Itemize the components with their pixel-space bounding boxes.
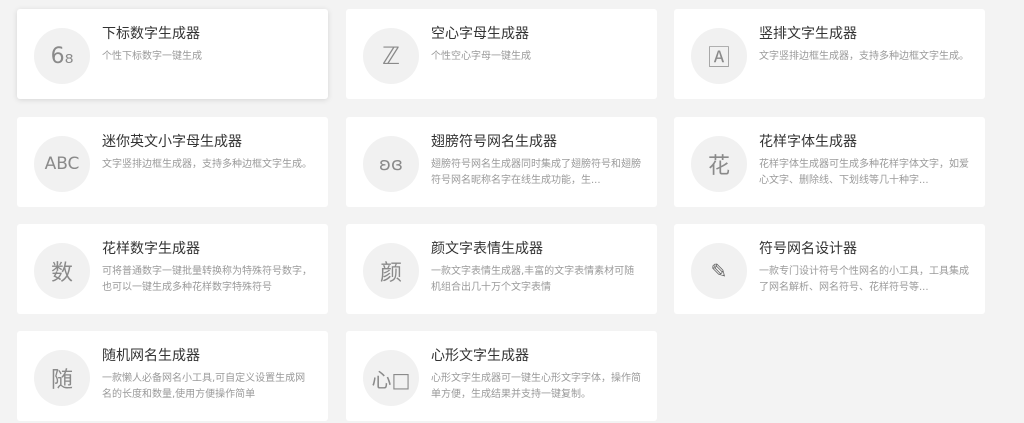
card-title: 竖排文字生成器 bbox=[759, 26, 857, 42]
boxed-letter-icon: 🄰 bbox=[691, 28, 747, 84]
card-title: 符号网名设计器 bbox=[759, 241, 857, 257]
tool-card-grid: 6₈ 下标数字生成器 个性下标数字一键生成 ℤ 空心字母生成器 个性空心字母一键… bbox=[0, 0, 1024, 423]
card-title: 下标数字生成器 bbox=[102, 26, 200, 42]
subscript-digit-icon: 6₈ bbox=[34, 28, 90, 84]
card-title: 空心字母生成器 bbox=[431, 26, 529, 42]
number-char-icon: 数 bbox=[34, 243, 90, 299]
card-title: 随机网名生成器 bbox=[102, 348, 200, 364]
card-title: 翅膀符号网名生成器 bbox=[431, 134, 557, 150]
tool-card-hollow-letters[interactable]: ℤ 空心字母生成器 个性空心字母一键生成 bbox=[346, 9, 657, 99]
flower-char-icon: 花 bbox=[691, 136, 747, 192]
card-title: 颜文字表情生成器 bbox=[431, 241, 543, 257]
hollow-letter-icon: ℤ bbox=[363, 28, 419, 84]
card-title: 花样字体生成器 bbox=[759, 134, 857, 150]
card-description: 文字竖排边框生成器，支持多种边框文字生成。 bbox=[102, 159, 312, 170]
card-description: 个性下标数字一键生成 bbox=[102, 51, 202, 62]
tool-card-fancy-digits[interactable]: 数 花样数字生成器 可将普通数字一键批量转换称为特殊符号数字，也可以一键生成多种… bbox=[17, 224, 328, 314]
card-description: 心形文字生成器可一键生心形文字字体，操作简单方便，生成结果并支持一键复制。 bbox=[431, 373, 641, 400]
face-char-icon: 颜 bbox=[363, 243, 419, 299]
random-char-icon: 随 bbox=[34, 350, 90, 406]
card-description: 一款文字表情生成器,丰富的文字表情素材可随机组合出几十万个文字表情 bbox=[431, 266, 635, 293]
tool-card-mini-letters[interactable]: ABC 迷你英文小字母生成器 文字竖排边框生成器，支持多种边框文字生成。 bbox=[17, 117, 328, 207]
tool-card-heart-text[interactable]: 心□ 心形文字生成器 心形文字生成器可一键生心形文字字体，操作简单方便，生成结果… bbox=[346, 331, 657, 421]
card-description: 个性空心字母一键生成 bbox=[431, 51, 531, 62]
wings-icon: ʚɞ bbox=[363, 136, 419, 192]
card-description: 一款懒人必备网名小工具,可自定义设置生成网名的长度和数量,使用方便操作简单 bbox=[102, 373, 306, 400]
card-title: 花样数字生成器 bbox=[102, 241, 200, 257]
card-description: 翅膀符号网名生成器同时集成了翅膀符号和翅膀符号网名昵称名字在线生成功能，生... bbox=[431, 159, 641, 186]
card-title: 心形文字生成器 bbox=[431, 348, 529, 364]
card-description: 一款专门设计符号个性网名的小工具，工具集成了网名解析、网名符号、花样符号等... bbox=[759, 266, 969, 293]
card-description: 可将普通数字一键批量转换称为特殊符号数字，也可以一键生成多种花样数字特殊符号 bbox=[102, 266, 312, 293]
tool-card-kaomoji[interactable]: 颜 颜文字表情生成器 一款文字表情生成器,丰富的文字表情素材可随机组合出几十万个… bbox=[346, 224, 657, 314]
card-description: 花样字体生成器可生成多种花样字体文字，如爱心文字、删除线、下划线等几十种字... bbox=[759, 159, 969, 186]
card-title: 迷你英文小字母生成器 bbox=[102, 134, 242, 150]
card-description: 文字竖排边框生成器，支持多种边框文字生成。 bbox=[759, 51, 969, 62]
tool-card-symbol-nickname[interactable]: ✎ 符号网名设计器 一款专门设计符号个性网名的小工具，工具集成了网名解析、网名符… bbox=[674, 224, 985, 314]
heart-char-icon: 心□ bbox=[363, 350, 419, 406]
tool-card-vertical-text[interactable]: 🄰 竖排文字生成器 文字竖排边框生成器，支持多种边框文字生成。 bbox=[674, 9, 985, 99]
tool-card-fancy-font[interactable]: 花 花样字体生成器 花样字体生成器可生成多种花样字体文字，如爱心文字、删除线、下… bbox=[674, 117, 985, 207]
tool-card-wings-symbol[interactable]: ʚɞ 翅膀符号网名生成器 翅膀符号网名生成器同时集成了翅膀符号和翅膀符号网名昵称… bbox=[346, 117, 657, 207]
abc-icon: ABC bbox=[34, 136, 90, 192]
tool-card-random-nickname[interactable]: 随 随机网名生成器 一款懒人必备网名小工具,可自定义设置生成网名的长度和数量,使… bbox=[17, 331, 328, 421]
pencil-icon: ✎ bbox=[691, 243, 747, 299]
tool-card-subscript-digits[interactable]: 6₈ 下标数字生成器 个性下标数字一键生成 bbox=[17, 9, 328, 99]
